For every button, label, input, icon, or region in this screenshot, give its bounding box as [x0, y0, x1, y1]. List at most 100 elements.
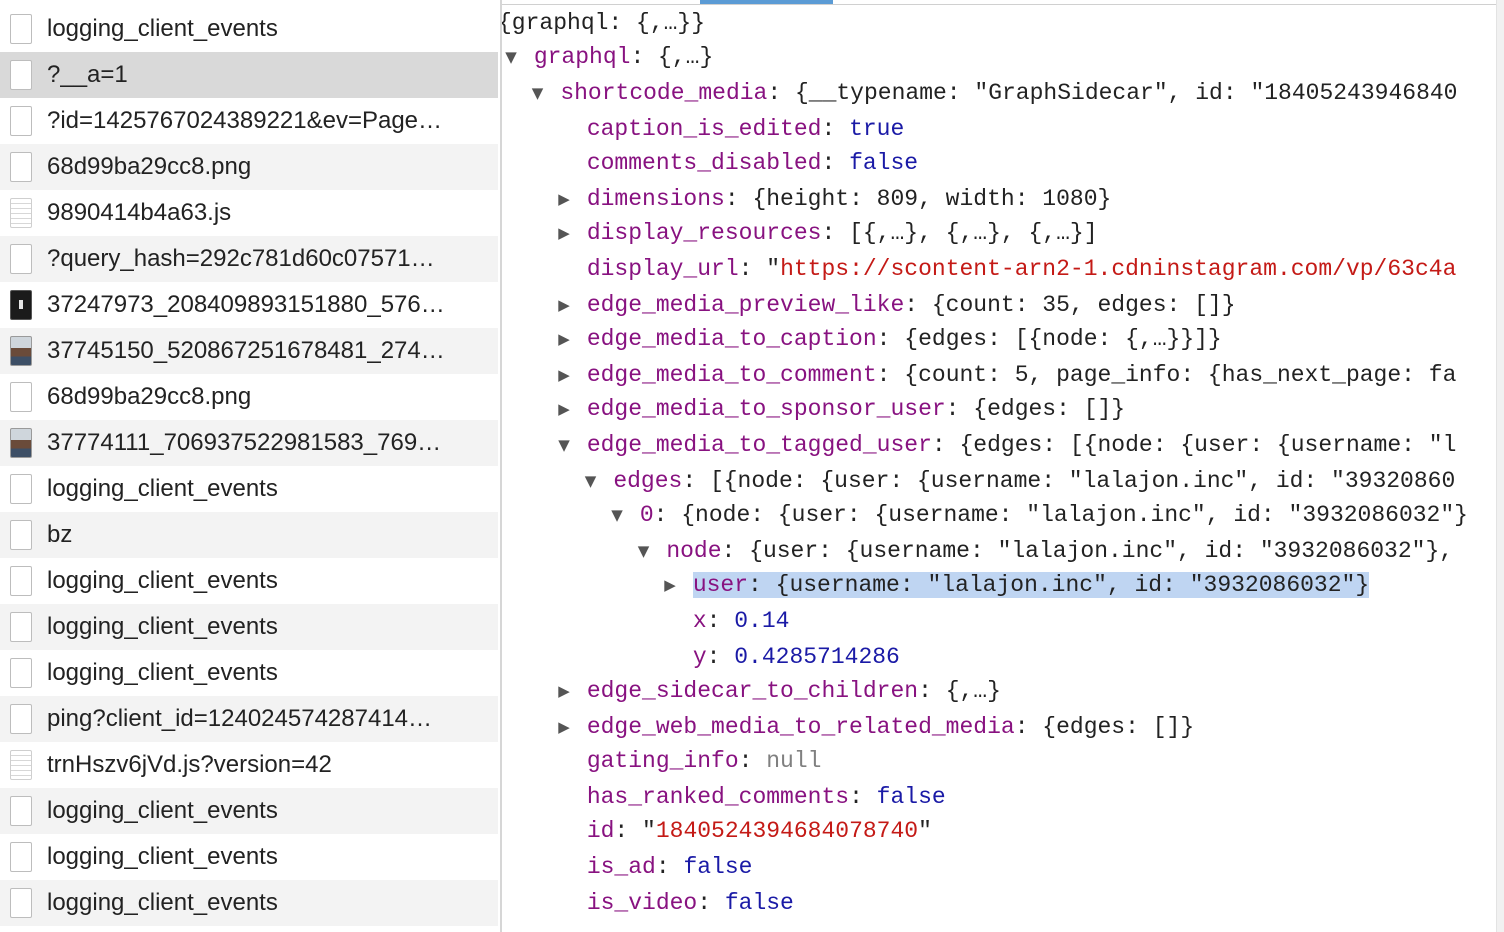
tab-bar-border: [502, 4, 1504, 5]
caret-right-icon[interactable]: ▶: [555, 710, 573, 744]
request-name: logging_client_events: [47, 843, 278, 870]
json-key: display_url: [586, 256, 739, 282]
json-tree-line[interactable]: ▶ edge_media_to_comment: {count: 5, page…: [555, 358, 1456, 392]
caret-right-icon[interactable]: ▶: [555, 322, 573, 356]
caret-right-icon[interactable]: ▶: [555, 392, 573, 426]
json-value: false: [683, 854, 753, 880]
json-key: edge_sidecar_to_children: [586, 678, 919, 704]
json-entry: dimensions: {height: 809, width: 1080}: [586, 186, 1112, 212]
caret-spacer: [661, 640, 679, 674]
caret-down-icon[interactable]: ▼: [635, 534, 653, 568]
request-row[interactable]: 37745150_520867251678481_274…: [0, 328, 498, 374]
json-entry: graphql: {,…}: [533, 44, 714, 70]
json-tree-line[interactable]: ▶ edge_sidecar_to_children: {,…}: [555, 674, 1001, 708]
json-key: edge_media_preview_like: [586, 292, 905, 318]
request-row[interactable]: ?__a=1: [0, 52, 498, 98]
json-key: edge_media_to_comment: [586, 362, 877, 388]
json-tree-line[interactable]: ▶ edge_media_to_caption: {edges: [{node:…: [555, 322, 1222, 356]
request-name: 68d99ba29cc8.png: [47, 383, 252, 410]
request-name: logging_client_events: [47, 567, 278, 594]
json-entry: edge_media_to_tagged_user: {edges: [{nod…: [586, 432, 1457, 458]
json-entry: edges: [{node: {user: {username: "lalajo…: [613, 468, 1456, 494]
json-tree-line[interactable]: ▼ 0: {node: {user: {username: "lalajon.i…: [608, 498, 1468, 532]
request-row[interactable]: logging_client_events: [0, 6, 498, 52]
request-row[interactable]: logging_client_events: [0, 558, 498, 604]
request-name: 37247973_208409893151880_576…: [47, 291, 445, 318]
caret-down-icon[interactable]: ▼: [502, 40, 520, 74]
caret-right-icon[interactable]: ▶: [555, 182, 573, 216]
document-icon: [10, 612, 32, 642]
json-value: false: [849, 150, 919, 176]
caret-spacer: [661, 604, 679, 638]
caret-right-icon[interactable]: ▶: [555, 358, 573, 392]
json-tree-line[interactable]: ▶ display_resources: [{,…}, {,…}, {,…}]: [555, 216, 1097, 250]
caret-spacer: [555, 252, 573, 286]
json-tree-line[interactable]: ▼ shortcode_media: {__typename: "GraphSi…: [529, 76, 1458, 110]
request-name: logging_client_events: [47, 889, 278, 916]
json-key: edge_media_to_caption: [586, 326, 877, 352]
json-tree-line: comments_disabled: false: [555, 146, 918, 180]
request-row[interactable]: logging_client_events: [0, 880, 498, 926]
caret-down-icon[interactable]: ▼: [555, 428, 573, 462]
json-entry: comments_disabled: false: [586, 150, 919, 176]
json-tree-line[interactable]: ▶ edge_media_to_sponsor_user: {edges: []…: [555, 392, 1125, 426]
caret-right-icon[interactable]: ▶: [555, 216, 573, 250]
json-tree-line[interactable]: ▼ node: {user: {username: "lalajon.inc",…: [635, 534, 1454, 568]
caret-right-icon[interactable]: ▶: [555, 674, 573, 708]
json-tree-line[interactable]: ▼ edge_media_to_tagged_user: {edges: [{n…: [555, 428, 1456, 462]
caret-spacer: [555, 850, 573, 884]
request-row[interactable]: 37247973_208409893151880_576…: [0, 282, 498, 328]
request-row[interactable]: ping?client_id=124024574287414…: [0, 696, 498, 742]
json-value: false: [876, 784, 946, 810]
caret-down-icon[interactable]: ▼: [608, 498, 626, 532]
request-row[interactable]: ?id=1425767024389221&ev=Page…: [0, 98, 498, 144]
script-file-icon: [10, 750, 32, 780]
request-row[interactable]: logging_client_events: [0, 604, 498, 650]
request-row[interactable]: logging_client_events: [0, 834, 498, 880]
document-icon: [10, 474, 32, 504]
caret-down-icon[interactable]: ▼: [582, 464, 600, 498]
json-tree-line[interactable]: ▶ edge_web_media_to_related_media: {edge…: [555, 710, 1194, 744]
json-value: 0.14: [734, 608, 790, 634]
json-key: graphql: [533, 44, 631, 70]
caret-right-icon[interactable]: ▶: [555, 288, 573, 322]
json-value: {count: 5, page_info: {has_next_page: fa: [904, 362, 1457, 388]
document-icon: [10, 60, 32, 90]
request-name: logging_client_events: [47, 475, 278, 502]
json-tree-line[interactable]: ▼ graphql: {,…}: [502, 40, 713, 74]
caret-spacer: [555, 814, 573, 848]
json-value: ": [766, 256, 781, 282]
document-icon: [10, 658, 32, 688]
json-tree-line[interactable]: ▶ user: {username: "lalajon.inc", id: "3…: [661, 568, 1370, 602]
caret-down-icon[interactable]: ▼: [529, 76, 547, 110]
json-tree-line[interactable]: ▶ edge_media_preview_like: {count: 35, e…: [555, 288, 1235, 322]
json-tree-line: x: 0.14: [661, 604, 790, 638]
json-key: shortcode_media: [560, 80, 768, 106]
json-entry: 0: {node: {user: {username: "lalajon.inc…: [639, 502, 1468, 528]
request-row[interactable]: ?query_hash=292c781d60c07571…: [0, 236, 498, 282]
request-name: ?id=1425767024389221&ev=Page…: [47, 107, 443, 134]
request-row[interactable]: logging_client_events: [0, 788, 498, 834]
request-row[interactable]: 68d99ba29cc8.png: [0, 144, 498, 190]
json-entry: node: {user: {username: "lalajon.inc", i…: [666, 538, 1454, 564]
json-key: y: [692, 644, 707, 670]
request-row[interactable]: logging_client_events: [0, 466, 498, 512]
json-key: display_resources: [586, 220, 822, 246]
request-row[interactable]: 68d99ba29cc8.png: [0, 374, 498, 420]
request-row[interactable]: bz: [0, 512, 498, 558]
json-key: id: [586, 818, 615, 844]
json-value: {edges: []}: [1042, 714, 1195, 740]
json-tree-line[interactable]: ▼ edges: [{node: {user: {username: "lala…: [582, 464, 1456, 498]
request-row[interactable]: logging_client_events: [0, 650, 498, 696]
json-tree-line[interactable]: ▶ dimensions: {height: 809, width: 1080}: [555, 182, 1111, 216]
request-row[interactable]: 9890414b4a63.js: [0, 190, 498, 236]
vertical-scrollbar[interactable]: [1496, 0, 1504, 932]
document-icon: [10, 704, 32, 734]
json-entry: x: 0.14: [692, 608, 790, 634]
request-row[interactable]: 37774111_706937522981583_769…: [0, 420, 498, 466]
json-key: edges: [613, 468, 683, 494]
caret-right-icon[interactable]: ▶: [661, 568, 679, 602]
request-row[interactable]: trnHszv6jVd.js?version=42: [0, 742, 498, 788]
request-name: trnHszv6jVd.js?version=42: [47, 751, 332, 778]
json-value: [{node: {user: {username: "lalajon.inc",…: [709, 468, 1456, 494]
